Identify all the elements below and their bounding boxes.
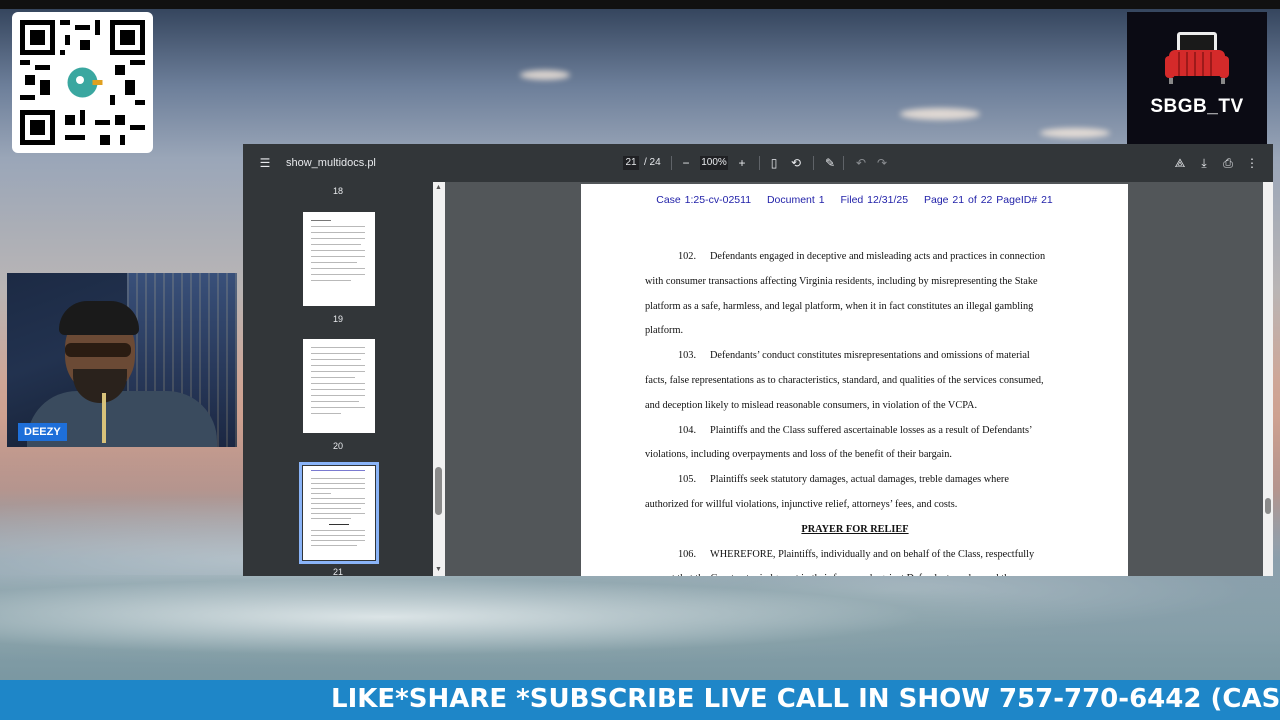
toolbar-divider [843,156,844,170]
presenter-chain [102,393,106,443]
viewer-toolbar: ☰ show_multidocs.pl 21 / 24 − 100% + ▯ ⟲… [243,144,1273,182]
scroll-up-arrow-icon[interactable]: ▲ [435,184,442,191]
paragraph-line: 106. WHEREFORE, Plaintiffs, individually … [678,548,1035,560]
name-tag: DEEZY [18,423,67,441]
webcam-feed: DEEZY [7,273,237,447]
paragraph-line: 103. Defendants’ conduct constitutes misr… [678,350,1030,362]
section-heading: PRAYER FOR RELIEF [801,523,909,535]
presenter-cap [59,301,139,335]
thumbnail-label: 21 [332,567,343,576]
thumbnail-label: 19 [332,314,343,324]
print-icon[interactable]: ⎙ [1220,155,1236,171]
scroll-down-arrow-icon[interactable]: ▼ [435,566,442,573]
redo-icon[interactable]: ↷ [874,155,890,171]
paragraph-line: 102. Defendants engaged in deceptive and … [678,251,1046,262]
top-bar [0,0,1280,9]
page-thumbnail-20[interactable] [303,339,375,433]
presenter-sunglasses [65,343,131,357]
thumbnail-label: 18 [332,186,343,196]
pdf-page: Case 1:25-cv-02511 Document 1 Filed 12/3… [581,184,1128,576]
qr-code-icon [20,20,145,145]
annotate-icon[interactable]: ✎ [822,155,838,171]
cloud [900,108,980,120]
wave-foam [0,575,1280,680]
scroll-thumb[interactable] [435,467,442,515]
download-icon[interactable]: ⤓ [1196,155,1212,171]
ai-icon[interactable]: ⟁ [1172,155,1188,171]
qr-code [12,12,153,153]
page-total: / 24 [644,157,661,168]
filed-date: Filed 12/31/25 [840,194,909,206]
paragraph-line: platform. [645,325,684,337]
zoom-level-input[interactable]: 100% [700,156,728,170]
toolbar-divider [671,156,672,170]
cloud [520,70,570,80]
rotate-icon[interactable]: ⟲ [788,155,804,171]
paragraph-line: 104. Plaintiffs and the Class suffered as… [678,424,1033,436]
fit-page-icon[interactable]: ▯ [766,155,782,171]
document-canvas: Case 1:25-cv-02511 Document 1 Filed 12/3… [445,182,1263,576]
ticker-text: LIKE*SHARE *SUBSCRIBE LIVE CALL IN SHOW … [331,684,1280,714]
paragraph-line: facts, false representations as to chara… [645,374,1044,386]
paragraph-line: 105. Plaintiffs seek statutory damages, a… [678,474,1009,486]
paragraph-line: platform as a safe, harmless, and legal … [645,300,1034,312]
case-header: Case 1:25-cv-02511 Document 1 Filed 12/3… [581,194,1128,206]
paragraph-line: with consumer transactions affecting Vir… [645,275,1038,287]
toolbar-divider [813,156,814,170]
sidebar-scrollbar[interactable]: ▲ ▼ [433,182,445,576]
ticker-banner: LIKE*SHARE *SUBSCRIBE LIVE CALL IN SHOW … [0,680,1280,720]
document-body: 102. Defendants engaged in deceptive and … [645,245,1065,576]
scroll-thumb[interactable] [1265,498,1271,514]
channel-logo: SBGB_TV [1127,12,1267,153]
cloud [1040,128,1110,138]
paragraph-line: and deception likely to mislead reasonab… [645,399,978,411]
pdf-viewer-window: ☰ show_multidocs.pl 21 / 24 − 100% + ▯ ⟲… [243,144,1273,576]
paragraph-line: request that the Court enter judgment in… [645,567,1065,576]
logo-text: SBGB_TV [1150,96,1244,117]
paragraph-line: authorized for willful violations, injun… [645,498,958,510]
couch-logo-icon [1165,32,1229,84]
zoom-in-icon[interactable]: + [734,155,750,171]
page-thumbnail-19[interactable] [303,212,375,306]
document-filename: show_multidocs.pl [286,157,376,169]
page-thumbnail-21[interactable] [299,462,379,564]
toolbar-divider [759,156,760,170]
document-number: Document 1 [766,194,825,206]
page-id: Page 21 of 22 PageID# 21 [923,194,1053,206]
more-icon[interactable]: ⋮ [1244,155,1260,171]
document-scrollbar[interactable] [1263,182,1273,576]
undo-icon[interactable]: ↶ [853,155,869,171]
menu-icon[interactable]: ☰ [257,155,273,171]
case-number: Case 1:25-cv-02511 [656,194,752,206]
zoom-out-icon[interactable]: − [678,155,694,171]
paragraph-line: violations, including overpayments and l… [645,449,952,461]
thumbnail-label: 20 [332,441,343,451]
page-number-input[interactable]: 21 [623,156,639,170]
thumbnail-sidebar: 18 19 20 21 [243,182,433,576]
